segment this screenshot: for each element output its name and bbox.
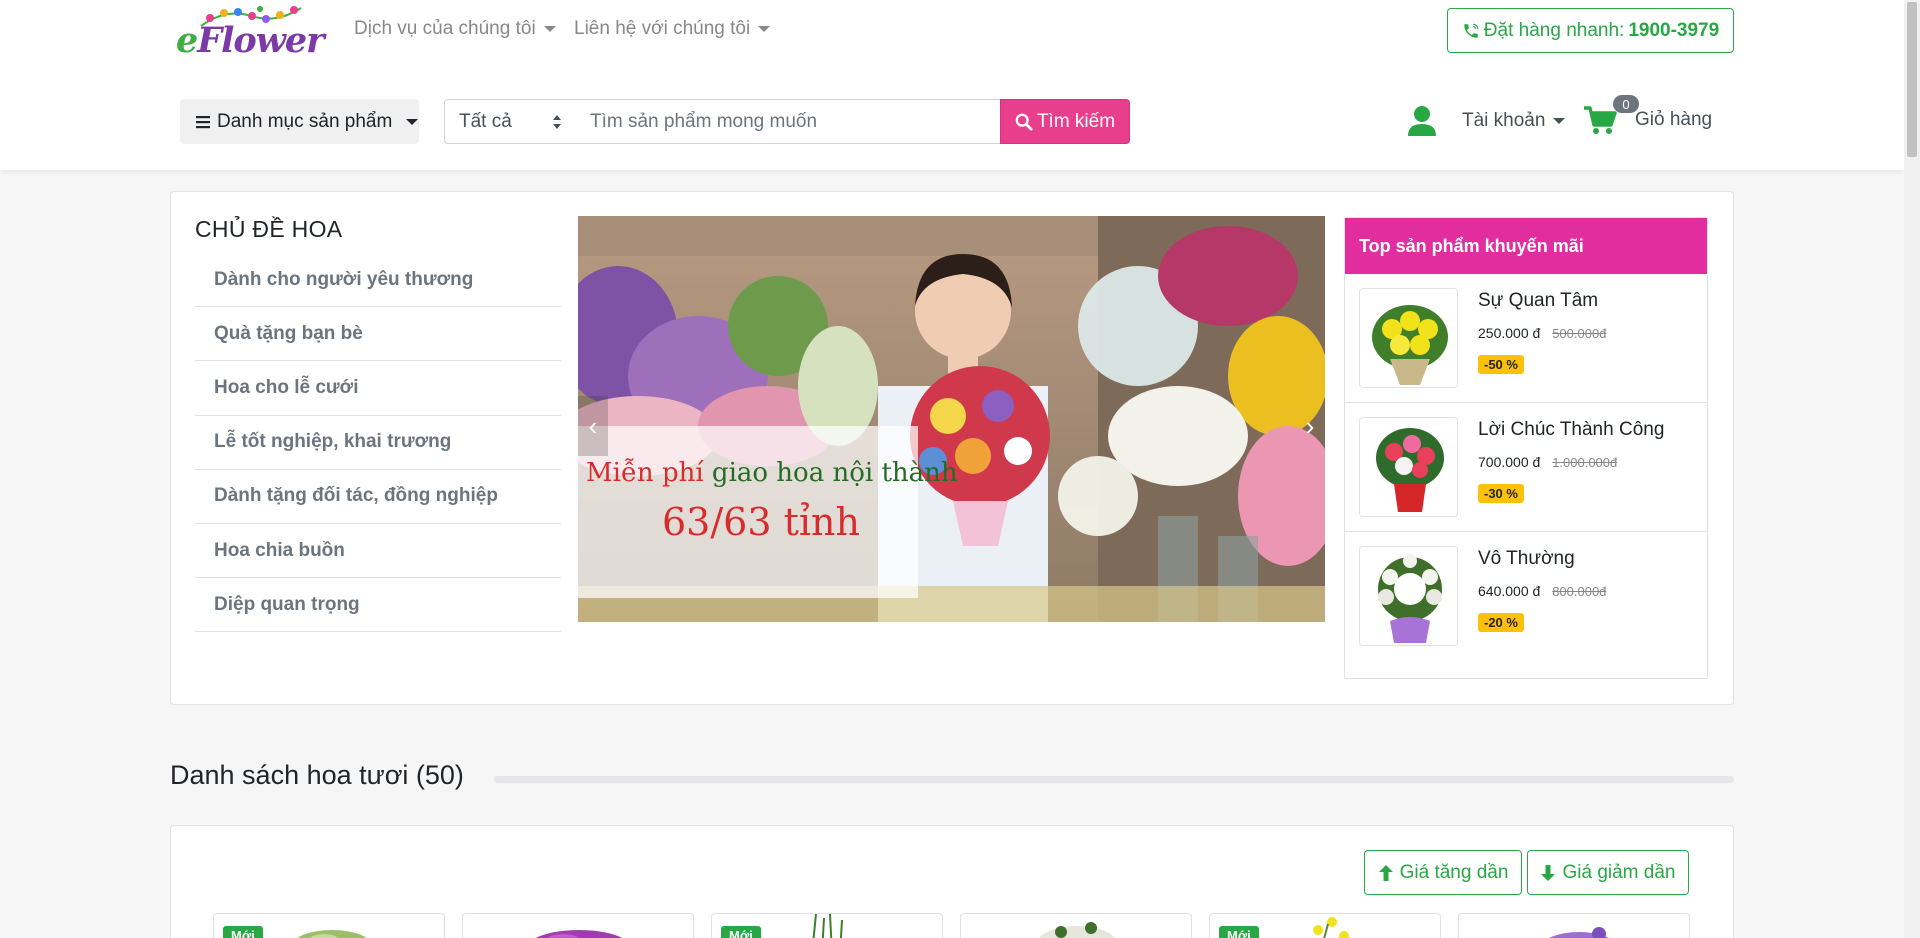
promo-item[interactable]: Vô Thường 640.000 đ 800.000đ -20 % xyxy=(1345,532,1707,661)
search-input[interactable] xyxy=(575,99,1001,144)
product-price-old: 1.000.000đ xyxy=(1552,455,1618,470)
search-icon xyxy=(1015,113,1033,131)
topics-list: Dành cho người yêu thương Quà tặng bạn b… xyxy=(195,253,561,633)
select-arrows-icon xyxy=(553,115,561,129)
cart-label: Giỏ hàng xyxy=(1635,109,1713,130)
cart-icon xyxy=(1584,106,1617,134)
new-badge: Mới xyxy=(721,926,761,938)
product-price: 640.000 đ 800.000đ xyxy=(1478,583,1606,599)
category-menu-label: Danh mục sản phẩm xyxy=(217,110,393,132)
product-name[interactable]: Sự Quan Tâm xyxy=(1478,290,1598,312)
hotline-button[interactable]: Đặt hàng nhanh: 1900-3979 xyxy=(1447,8,1734,53)
product-price-current: 250.000 đ xyxy=(1478,325,1541,341)
bouquet-red-image xyxy=(1360,418,1457,516)
product-price-old: 800.000đ xyxy=(1552,584,1607,599)
product-image xyxy=(1039,922,1115,938)
account-label: Tài khoản xyxy=(1462,110,1546,131)
promo-item[interactable]: Sự Quan Tâm 250.000 đ 500.000đ -50 % xyxy=(1345,274,1707,403)
product-name[interactable]: Vô Thường xyxy=(1478,548,1575,570)
banner-caption-line2: 63/63 tỉnh xyxy=(662,500,860,544)
phone-icon xyxy=(1464,23,1479,38)
promo-panel: Top sản phẩm khuyến mãi Sự Quan Tâm 250.… xyxy=(1344,217,1708,679)
product-card[interactable] xyxy=(1458,913,1690,938)
page-scrollbar[interactable] xyxy=(1904,0,1920,938)
nav-contact[interactable]: Liên hệ với chúng tôi xyxy=(574,18,771,40)
discount-badge: -50 % xyxy=(1478,355,1524,374)
product-price-current: 640.000 đ xyxy=(1478,583,1541,599)
new-badge: Mới xyxy=(223,926,263,938)
product-card[interactable] xyxy=(462,913,694,938)
logo[interactable]: eFlower xyxy=(176,4,325,61)
hotline-number: 1900-3979 xyxy=(1628,19,1720,41)
cart-count-badge: 0 xyxy=(1613,95,1639,113)
product-price: 700.000 đ 1.000.000đ xyxy=(1478,454,1617,470)
wreath-white-image xyxy=(1360,547,1457,645)
banner-caption: Miễn phí giao hoa nội thành 63/63 tỉnh xyxy=(578,426,958,598)
nav-services[interactable]: Dịch vụ của chúng tôi xyxy=(354,18,556,40)
topic-item[interactable]: Dành tặng đối tác, đồng nghiệp xyxy=(195,470,561,524)
product-image xyxy=(535,930,623,938)
arrow-up-icon xyxy=(1378,864,1393,881)
topic-item[interactable]: Dành cho người yêu thương xyxy=(195,253,561,308)
product-card[interactable]: Mới xyxy=(213,913,445,938)
topic-item[interactable]: Lễ tốt nghiệp, khai trương xyxy=(195,416,561,470)
user-icon xyxy=(1408,106,1436,136)
product-price: 250.000 đ 500.000đ xyxy=(1478,325,1606,341)
product-name[interactable]: Lời Chúc Thành Công xyxy=(1478,419,1664,441)
banner-caption-text: giao hoa nội thành xyxy=(711,458,958,488)
banner-caption-line1: Miễn phí giao hoa nội thành xyxy=(586,458,958,488)
topics-title: CHỦ ĐỀ HOA xyxy=(195,216,343,242)
product-image[interactable] xyxy=(1359,417,1458,517)
hero-carousel[interactable]: Miễn phí giao hoa nội thành 63/63 tỉnh ‹… xyxy=(578,216,1325,622)
nav-contact-label: Liên hệ với chúng tôi xyxy=(574,18,751,39)
carousel-prev-button[interactable]: ‹ xyxy=(578,396,608,456)
arrow-down-icon xyxy=(1541,864,1556,881)
search-category-value: Tất cả xyxy=(459,110,512,132)
chevron-down-icon xyxy=(406,118,419,125)
nav-services-label: Dịch vụ của chúng tôi xyxy=(354,18,536,39)
scrollbar-thumb[interactable] xyxy=(1907,2,1917,157)
product-card[interactable] xyxy=(960,913,1192,938)
hotline-label: Đặt hàng nhanh: xyxy=(1483,19,1625,41)
discount-badge: -30 % xyxy=(1478,484,1524,503)
search-button-label: Tìm kiếm xyxy=(1036,110,1116,132)
chevron-left-icon: ‹ xyxy=(588,410,598,441)
sort-asc-label: Giá tăng dần xyxy=(1399,861,1509,883)
carousel-next-button[interactable]: › xyxy=(1295,396,1325,456)
promo-item[interactable]: Lời Chúc Thành Công 700.000 đ 1.000.000đ… xyxy=(1345,403,1707,532)
product-list-title: Danh sách hoa tươi (50) xyxy=(170,760,464,790)
sort-price-desc-button[interactable]: Giá giảm dần xyxy=(1527,850,1689,895)
logo-text: eFlower xyxy=(176,20,325,61)
account-menu[interactable]: Tài khoản xyxy=(1407,101,1566,141)
cart-button[interactable]: 0 Giỏ hàng xyxy=(1583,95,1712,145)
topic-item[interactable]: Diệp quan trọng xyxy=(195,578,561,633)
site-header: eFlower Dịch vụ của chúng tôi Liên hệ vớ… xyxy=(0,0,1904,170)
menu-icon xyxy=(196,115,210,128)
topic-item[interactable]: Hoa cho lễ cưới xyxy=(195,361,561,416)
product-image[interactable] xyxy=(1359,546,1458,646)
promo-title: Top sản phẩm khuyến mãi xyxy=(1345,218,1707,274)
category-menu-button[interactable]: Danh mục sản phẩm xyxy=(180,99,419,144)
chevron-down-icon xyxy=(1553,118,1566,124)
chevron-down-icon xyxy=(758,26,771,32)
bouquet-yellow-image xyxy=(1360,289,1457,387)
chevron-down-icon xyxy=(543,26,556,32)
product-price-old: 500.000đ xyxy=(1552,326,1607,341)
topic-item[interactable]: Hoa chia buồn xyxy=(195,524,561,579)
banner-caption-highlight: Miễn phí xyxy=(586,458,704,488)
product-price-current: 700.000 đ xyxy=(1478,454,1541,470)
product-image xyxy=(1549,927,1609,938)
sort-desc-label: Giá giảm dần xyxy=(1562,861,1676,883)
section-divider xyxy=(494,776,1734,783)
search-button[interactable]: Tìm kiếm xyxy=(1000,99,1130,144)
topic-item[interactable]: Quà tặng bạn bè xyxy=(195,307,561,362)
product-image[interactable] xyxy=(1359,288,1458,388)
discount-badge: -20 % xyxy=(1478,613,1524,632)
search-category-select[interactable]: Tất cả xyxy=(444,99,576,144)
product-card[interactable]: Mới xyxy=(1209,913,1441,938)
new-badge: Mới xyxy=(1219,926,1259,938)
chevron-right-icon: › xyxy=(1305,410,1315,441)
sort-price-asc-button[interactable]: Giá tăng dần xyxy=(1364,850,1522,895)
product-card[interactable]: Mới xyxy=(711,913,943,938)
